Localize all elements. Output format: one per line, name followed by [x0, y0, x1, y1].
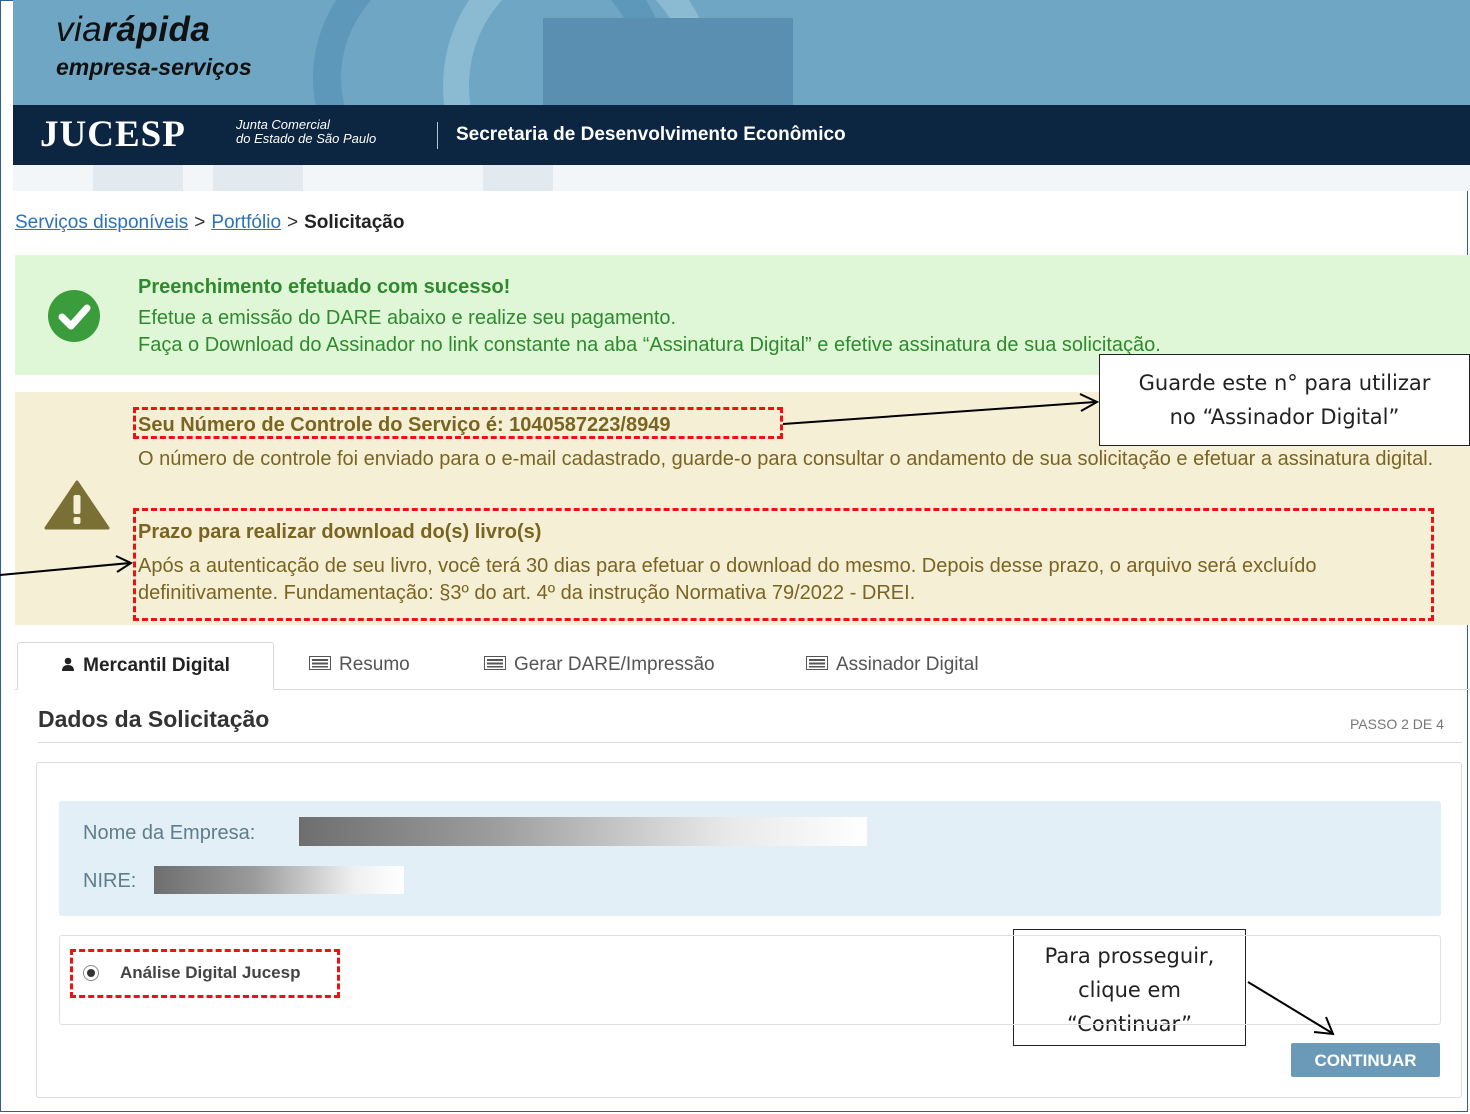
junta-line-2: do Estado de São Paulo: [236, 131, 377, 146]
jucesp-logo[interactable]: JUCESP: [40, 113, 186, 156]
continuar-button[interactable]: CONTINUAR: [1291, 1043, 1440, 1077]
breadcrumb-portfolio-link[interactable]: Portfólio: [211, 212, 281, 233]
step-indicator: PASSO 2 DE 4: [1350, 716, 1444, 732]
junta-comercial-text: Junta Comercial do Estado de São Paulo: [236, 118, 376, 146]
analise-digital-radio[interactable]: [83, 965, 99, 981]
logo-rapida-text: rápida: [102, 10, 211, 49]
callout-assinador-line-2: no “Assinador Digital”: [1169, 405, 1400, 429]
section-title: Dados da Solicitação: [38, 706, 270, 732]
viarapida-logo[interactable]: viarápida: [56, 10, 210, 50]
logo-subtitle: empresa-serviços: [56, 54, 252, 80]
tab-resumo[interactable]: Resumo: [309, 642, 410, 690]
callout-assinador: Guarde este n° para utilizar no “Assinad…: [1099, 354, 1470, 446]
nire-redacted: [154, 866, 404, 894]
analise-digital-label[interactable]: Análise Digital Jucesp: [120, 963, 300, 983]
tab-gerar-dare[interactable]: Gerar DARE/Impressão: [484, 642, 715, 690]
banner-decoration: [543, 18, 793, 105]
breadcrumb-separator: >: [194, 212, 206, 233]
junta-line-1: Junta Comercial: [236, 117, 330, 132]
breadcrumb: Serviços disponíveis > Portfólio > Solicitaç…: [15, 212, 404, 234]
list-icon: [309, 642, 331, 688]
company-name-label: Nome da Empresa:: [83, 822, 256, 844]
highlight-prazo: [133, 508, 1434, 621]
check-circle-icon: [48, 290, 100, 342]
callout-assinador-line-1: Guarde este n° para utilizar: [1138, 371, 1431, 395]
success-title: Preenchimento efetuado com sucesso!: [138, 276, 511, 298]
highlight-control-number: [133, 407, 783, 439]
tab-gerar-dare-label: Gerar DARE/Impressão: [514, 654, 715, 676]
header-divider: [437, 122, 438, 149]
company-name-redacted: [299, 817, 867, 846]
tab-mercantil-digital[interactable]: Mercantil Digital: [17, 642, 274, 690]
tab-assinador-label: Assinador Digital: [836, 654, 979, 676]
list-icon: [806, 642, 828, 688]
nire-label: NIRE:: [83, 870, 137, 892]
section-divider: [38, 742, 1462, 743]
user-icon: [61, 643, 75, 689]
success-line-1: Efetue a emissão do DARE abaixo e realiz…: [138, 307, 677, 329]
tab-resumo-label: Resumo: [339, 654, 410, 676]
list-icon: [484, 642, 506, 688]
breadcrumb-current: Solicitação: [304, 212, 405, 233]
logo-via-text: via: [56, 10, 103, 49]
breadcrumb-servicos-link[interactable]: Serviços disponíveis: [15, 212, 188, 233]
secretaria-title: Secretaria de Desenvolvimento Econômico: [456, 124, 846, 145]
tab-mercantil-label: Mercantil Digital: [83, 655, 230, 677]
header-banner: [13, 0, 1470, 105]
header-shadow: [13, 165, 1470, 191]
tab-assinador-digital[interactable]: Assinador Digital: [806, 642, 979, 690]
success-line-2: Faça o Download do Assinador no link con…: [138, 334, 1161, 356]
control-number-info: O número de controle foi enviado para o …: [138, 448, 1434, 470]
warning-triangle-icon: [44, 480, 110, 530]
breadcrumb-separator: >: [287, 212, 299, 233]
